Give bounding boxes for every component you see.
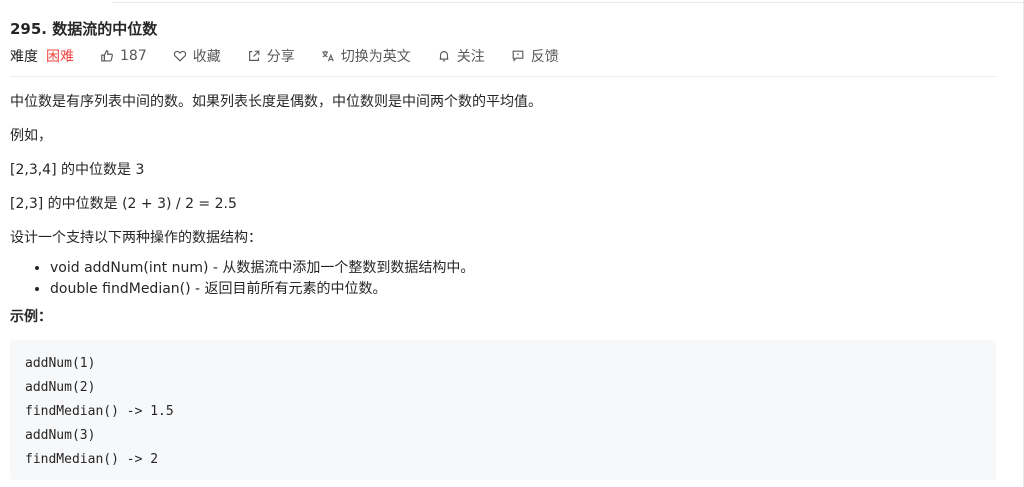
difficulty-label: 难度 (10, 49, 38, 65)
like-button[interactable]: 187 (100, 48, 147, 64)
feedback-button[interactable]: 反馈 (511, 46, 559, 66)
share-icon (248, 50, 260, 61)
list-item: double findMedian() - 返回目前所有元素的中位数。 (50, 279, 996, 300)
description-paragraph: 中位数是有序列表中间的数。如果列表长度是偶数，中位数则是中间两个数的平均值。 (10, 94, 542, 110)
favorite-label: 收藏 (192, 49, 221, 65)
example-code-block: addNum(1) addNum(2) findMedian() -> 1.5 … (10, 340, 996, 480)
problem-meta-bar: 难度 困难 187 收藏 分享 切换为英文 关注 反馈 (10, 45, 996, 67)
example-heading: 示例： (10, 309, 52, 325)
code-line: addNum(1) (25, 356, 96, 371)
follow-label: 关注 (456, 49, 485, 65)
code-line: findMedian() -> 1.5 (25, 404, 174, 419)
translate-icon (322, 50, 334, 62)
difficulty-badge: 困难 (46, 49, 74, 65)
list-item: void addNum(int num) - 从数据流中添加一个整数到数据结构中… (50, 258, 996, 279)
code-line: addNum(3) (25, 428, 96, 443)
switch-language-button[interactable]: 切换为英文 (321, 46, 411, 66)
feedback-label: 反馈 (530, 49, 559, 65)
share-button[interactable]: 分享 (247, 46, 295, 66)
bell-icon (439, 51, 449, 62)
like-count: 187 (120, 48, 147, 64)
feedback-icon (512, 50, 524, 62)
description-paragraph: 例如， (10, 128, 52, 144)
share-label: 分享 (266, 49, 295, 65)
follow-button[interactable]: 关注 (437, 46, 485, 66)
problem-title: 295. 数据流的中位数 (10, 20, 158, 38)
code-line: addNum(2) (25, 380, 96, 395)
favorite-button[interactable]: 收藏 (173, 46, 221, 66)
code-line: findMedian() -> 2 (25, 452, 159, 467)
heart-icon (173, 50, 186, 62)
problem-description-panel: 295. 数据流的中位数 难度 困难 187 收藏 分享 切换为英文 关注 反馈… (10, 0, 996, 480)
switch-language-label: 切换为英文 (340, 49, 411, 65)
thumbs-up-icon (101, 50, 113, 62)
operations-list: void addNum(int num) - 从数据流中添加一个整数到数据结构中… (10, 258, 996, 300)
description-paragraph: [2,3,4] 的中位数是 3 (10, 162, 145, 178)
description-paragraph: [2,3] 的中位数是 (2 + 3) / 2 = 2.5 (10, 196, 237, 212)
description-paragraph: 设计一个支持以下两种操作的数据结构： (10, 230, 262, 246)
meta-divider (10, 76, 996, 77)
